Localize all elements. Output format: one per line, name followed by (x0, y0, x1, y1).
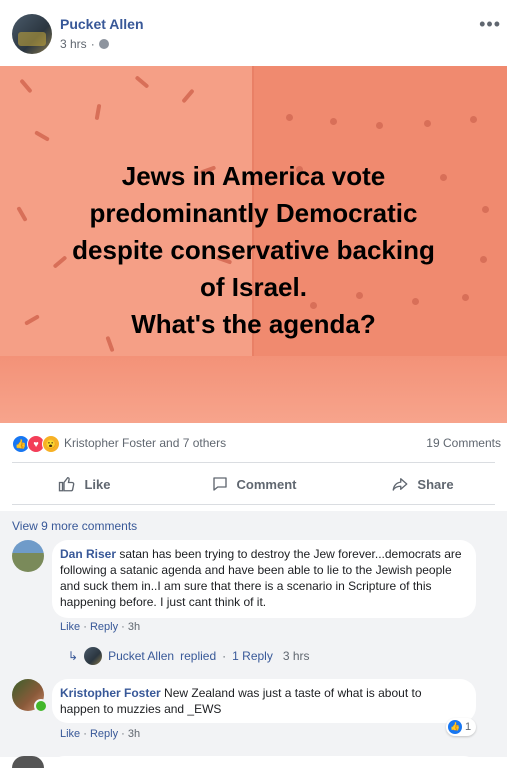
comment-button-label: Comment (236, 476, 297, 492)
divider (12, 462, 495, 463)
comment-bubble: Dan Riser satan has been trying to destr… (52, 540, 476, 618)
reaction-icons[interactable]: 👍 ♥ 😮 (12, 435, 60, 453)
comment-bubble: Kristopher Foster New Zealand was just a… (52, 679, 476, 723)
share-icon (392, 478, 408, 491)
comments-count[interactable]: 19 Comments (426, 436, 501, 450)
like-button-label: Like (84, 476, 111, 492)
post-author-name[interactable]: Pucket Allen (60, 16, 144, 32)
post-image[interactable]: Jews in America vote predominantly Democ… (0, 66, 507, 423)
comment-actions: Like · Reply · 3h (60, 621, 141, 633)
globe-icon[interactable] (98, 39, 109, 49)
like-icon: 👍 (448, 720, 462, 734)
replier-avatar (84, 647, 103, 665)
comment-time[interactable]: 3h (128, 728, 140, 740)
author-avatar[interactable] (12, 14, 52, 54)
reactors-summary[interactable]: Kristopher Foster and 7 others (64, 436, 226, 450)
more-options-icon[interactable]: ••• (479, 14, 501, 35)
image-overlay-text: Jews in America vote predominantly Democ… (72, 161, 435, 339)
post-actions: Like Comment Share (0, 466, 507, 502)
online-status-icon (34, 699, 48, 713)
meta-separator: · (90, 37, 95, 51)
reactions-bar: 👍 ♥ 😮 Kristopher Foster and 7 others 19 … (0, 430, 507, 456)
comment-reply-link[interactable]: Reply (90, 728, 118, 740)
comment-button[interactable]: Comment (169, 466, 338, 502)
decor-dot (424, 120, 431, 127)
comment-like-link[interactable]: Like (60, 728, 80, 740)
reply-count: 1 Reply (232, 649, 273, 663)
commenter-name[interactable]: Kristopher Foster (60, 686, 161, 700)
decor-dot (470, 116, 477, 123)
decor-dot (286, 114, 293, 121)
comment-time[interactable]: 3h (128, 621, 140, 633)
post-meta: 3 hrs · (60, 37, 109, 51)
reply-arrow-icon: ↳ (68, 649, 79, 663)
share-button[interactable]: Share (338, 466, 507, 502)
comment-like-count: 1 (465, 721, 472, 733)
commenter-avatar[interactable] (12, 756, 44, 768)
wow-icon: 😮 (42, 435, 60, 453)
replied-label: replied (180, 649, 217, 663)
replier-name: Pucket Allen (108, 649, 175, 663)
comment-reaction-count[interactable]: 👍 1 (446, 718, 477, 736)
post-time[interactable]: 3 hrs (60, 37, 87, 51)
share-button-label: Share (417, 476, 454, 492)
decor-dot (330, 118, 337, 125)
image-floor (0, 356, 507, 423)
reply-time: 3 hrs (282, 649, 310, 663)
view-more-comments-link[interactable]: View 9 more comments (12, 519, 137, 533)
thumbs-up-icon (59, 476, 75, 492)
comment-icon (212, 477, 227, 491)
commenter-name[interactable]: Dan Riser (60, 547, 116, 561)
comment-like-link[interactable]: Like (60, 621, 80, 633)
like-button[interactable]: Like (0, 466, 169, 502)
view-replies-link[interactable]: ↳ Pucket Allen replied · 1 Reply 3 hrs (68, 647, 310, 665)
comment-bubble (52, 756, 476, 768)
comment-reply-link[interactable]: Reply (90, 621, 118, 633)
comments-section: View 9 more comments Dan Riser satan has… (0, 511, 507, 768)
divider (12, 504, 495, 505)
decor-dot (376, 122, 383, 129)
commenter-avatar[interactable] (12, 540, 44, 572)
comment-text: satan has been trying to destroy the Jew… (60, 547, 462, 609)
post-header: Pucket Allen 3 hrs · ••• (0, 0, 507, 66)
comment-actions: Like · Reply · 3h (60, 728, 141, 740)
